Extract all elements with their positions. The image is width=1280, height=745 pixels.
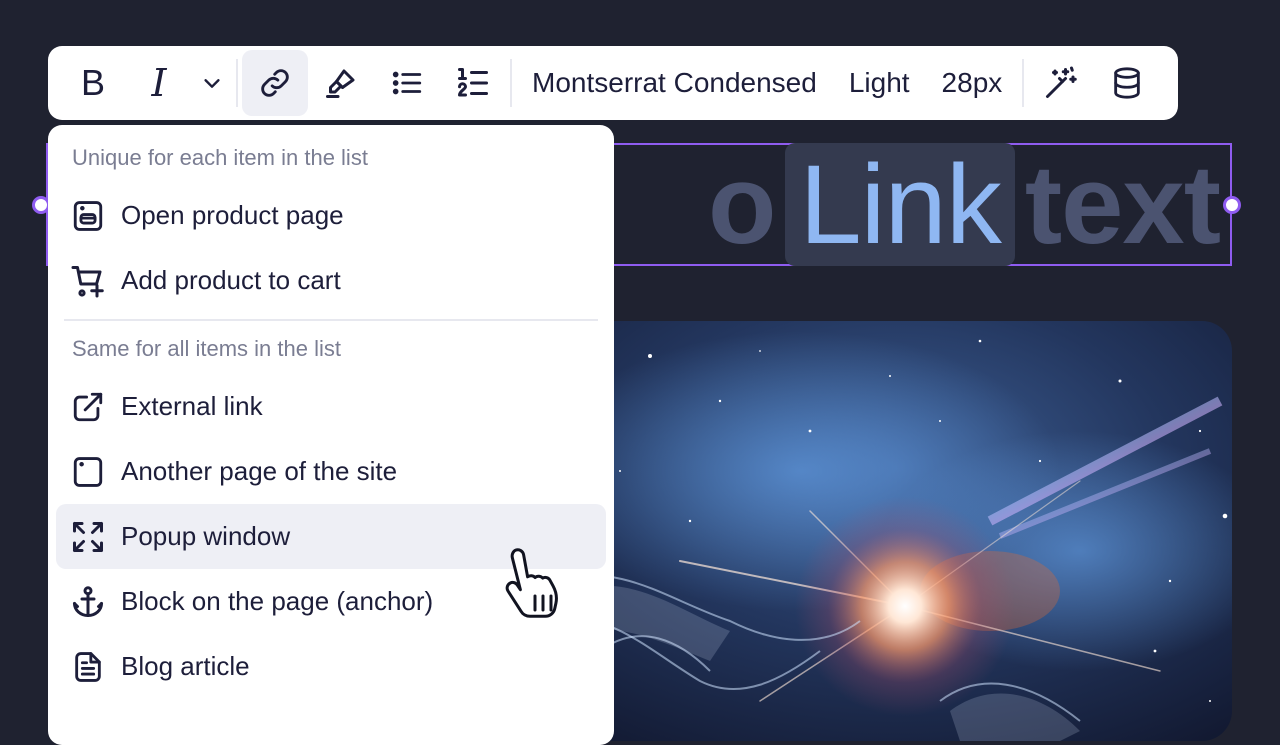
expand-icon xyxy=(70,519,106,555)
heading-text-after: text xyxy=(1024,143,1220,266)
menu-item-label: Blog article xyxy=(121,651,250,681)
bold-button[interactable]: B xyxy=(60,50,126,116)
data-source-button[interactable] xyxy=(1094,50,1160,116)
menu-item-external-link[interactable]: External link xyxy=(56,374,606,439)
highlighter-icon xyxy=(326,69,355,98)
product-page-icon xyxy=(70,198,106,234)
cart-plus-icon xyxy=(70,263,106,299)
font-size-select[interactable]: 28px xyxy=(926,50,1019,116)
font-family-select[interactable]: Montserrat Condensed xyxy=(516,50,833,116)
toolbar-divider xyxy=(236,59,238,107)
font-weight-select[interactable]: Light xyxy=(833,50,926,116)
menu-section-title-same: Same for all items in the list xyxy=(72,336,341,361)
italic-button[interactable]: I xyxy=(126,50,192,116)
hand-pointer-cursor-icon xyxy=(505,548,558,618)
menu-item-label: Another page of the site xyxy=(121,456,398,486)
bullet-list-icon xyxy=(392,71,422,95)
menu-item-label: Add product to cart xyxy=(121,265,341,295)
heading-text-before: o xyxy=(707,143,776,266)
heading-link-word[interactable]: Link xyxy=(785,143,1015,266)
link-icon xyxy=(261,69,289,97)
magic-wand-icon xyxy=(1046,66,1078,98)
highlight-button[interactable] xyxy=(308,50,374,116)
menu-section-title-unique: Unique for each item in the list xyxy=(72,145,368,170)
database-icon xyxy=(1114,67,1141,99)
more-formatting-dropdown[interactable] xyxy=(192,50,232,116)
menu-item-label: Popup window xyxy=(121,521,291,551)
menu-item-add-product-to-cart[interactable]: Add product to cart xyxy=(56,248,606,313)
menu-item-another-page[interactable]: Another page of the site xyxy=(56,439,606,504)
toolbar-divider xyxy=(510,59,512,107)
link-type-menu: Unique for each item in the list Open pr… xyxy=(48,125,614,745)
document-icon xyxy=(70,649,106,685)
anchor-icon xyxy=(70,584,106,620)
ai-magic-button[interactable] xyxy=(1028,50,1094,116)
menu-divider xyxy=(64,319,598,321)
external-link-icon xyxy=(70,389,106,425)
bold-label: B xyxy=(80,62,105,103)
menu-item-label: Open product page xyxy=(121,200,344,230)
link-button[interactable] xyxy=(242,50,308,116)
page-icon xyxy=(70,454,106,490)
menu-item-label: Block on the page (anchor) xyxy=(121,586,434,616)
menu-item-blog-article[interactable]: Blog article xyxy=(56,634,606,699)
space-nebula-image xyxy=(560,321,1232,741)
numbered-list-icon xyxy=(458,68,488,97)
italic-label: I xyxy=(151,61,167,105)
numbered-list-button[interactable] xyxy=(440,50,506,116)
menu-item-open-product-page[interactable]: Open product page xyxy=(56,183,606,248)
chevron-down-icon xyxy=(204,79,220,88)
resize-handle-right[interactable] xyxy=(1223,196,1241,214)
bulleted-list-button[interactable] xyxy=(374,50,440,116)
menu-item-label: External link xyxy=(121,391,263,421)
text-formatting-toolbar: B I Montserrat Condensed Light 28px xyxy=(48,46,1178,120)
toolbar-divider xyxy=(1022,59,1025,107)
